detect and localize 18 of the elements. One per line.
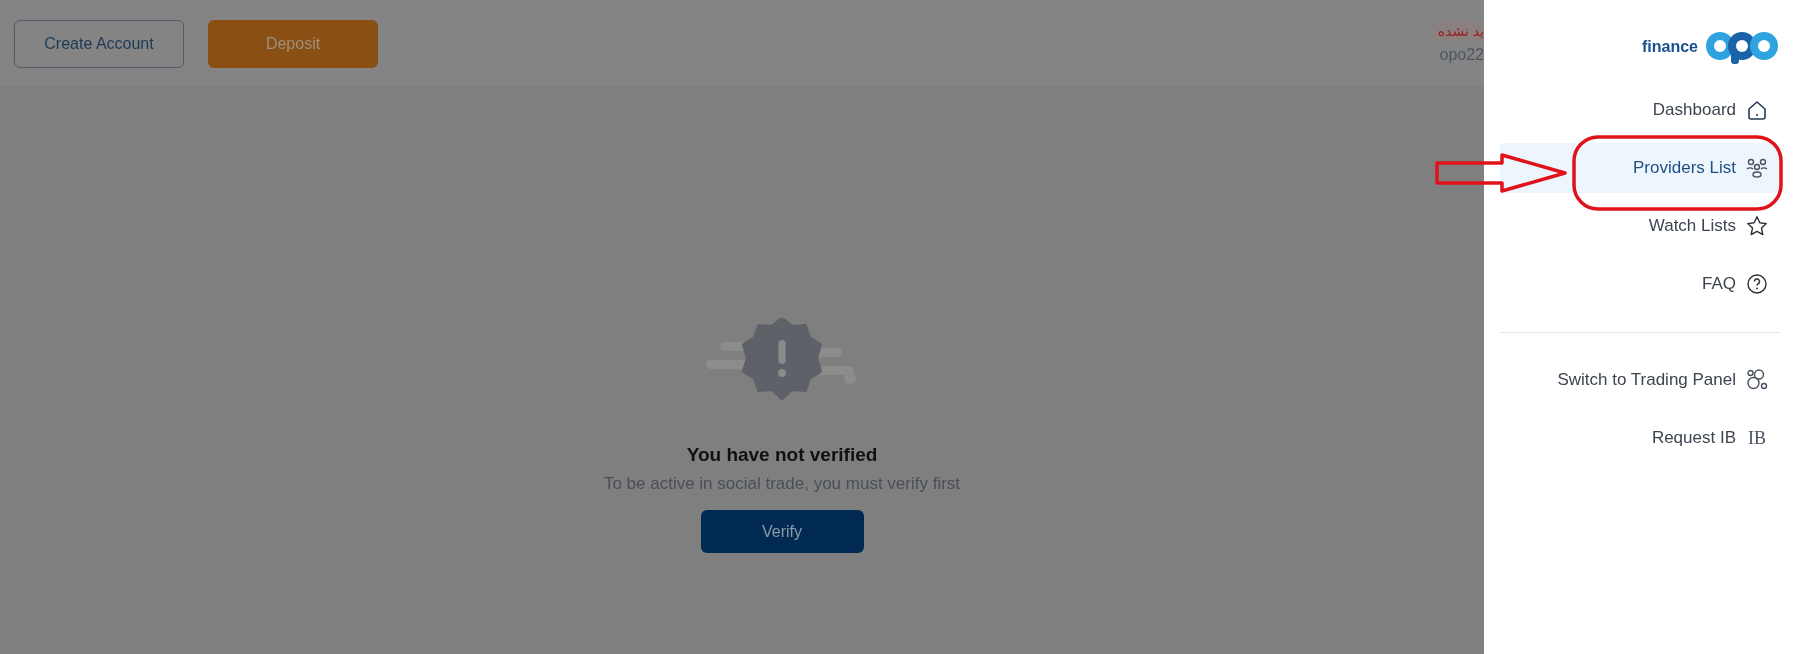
- menu-item[interactable]: Switch to Trading Panel: [1500, 355, 1780, 405]
- ib-icon: IB: [1746, 427, 1768, 449]
- menu-item[interactable]: FAQ: [1500, 259, 1780, 309]
- logo-text: finance: [1642, 38, 1698, 56]
- logo-icon: [1704, 30, 1780, 64]
- verification-status: ید نشده: [1431, 22, 1484, 40]
- menu-item[interactable]: Dashboard: [1500, 85, 1780, 135]
- help-icon: [1746, 273, 1768, 295]
- menu-item[interactable]: Watch Lists: [1500, 201, 1780, 251]
- star-icon: [1746, 215, 1768, 237]
- menu-item[interactable]: Providers List: [1500, 143, 1780, 193]
- menu-item[interactable]: Request IB IB: [1500, 413, 1780, 463]
- linked-circles-icon: [1746, 369, 1768, 391]
- people-icon: [1746, 157, 1768, 179]
- verify-button[interactable]: Verify: [700, 510, 864, 553]
- home-icon: [1746, 99, 1768, 121]
- empty-state-title: You have not verified: [686, 444, 878, 466]
- warning-badge-icon: [706, 318, 858, 400]
